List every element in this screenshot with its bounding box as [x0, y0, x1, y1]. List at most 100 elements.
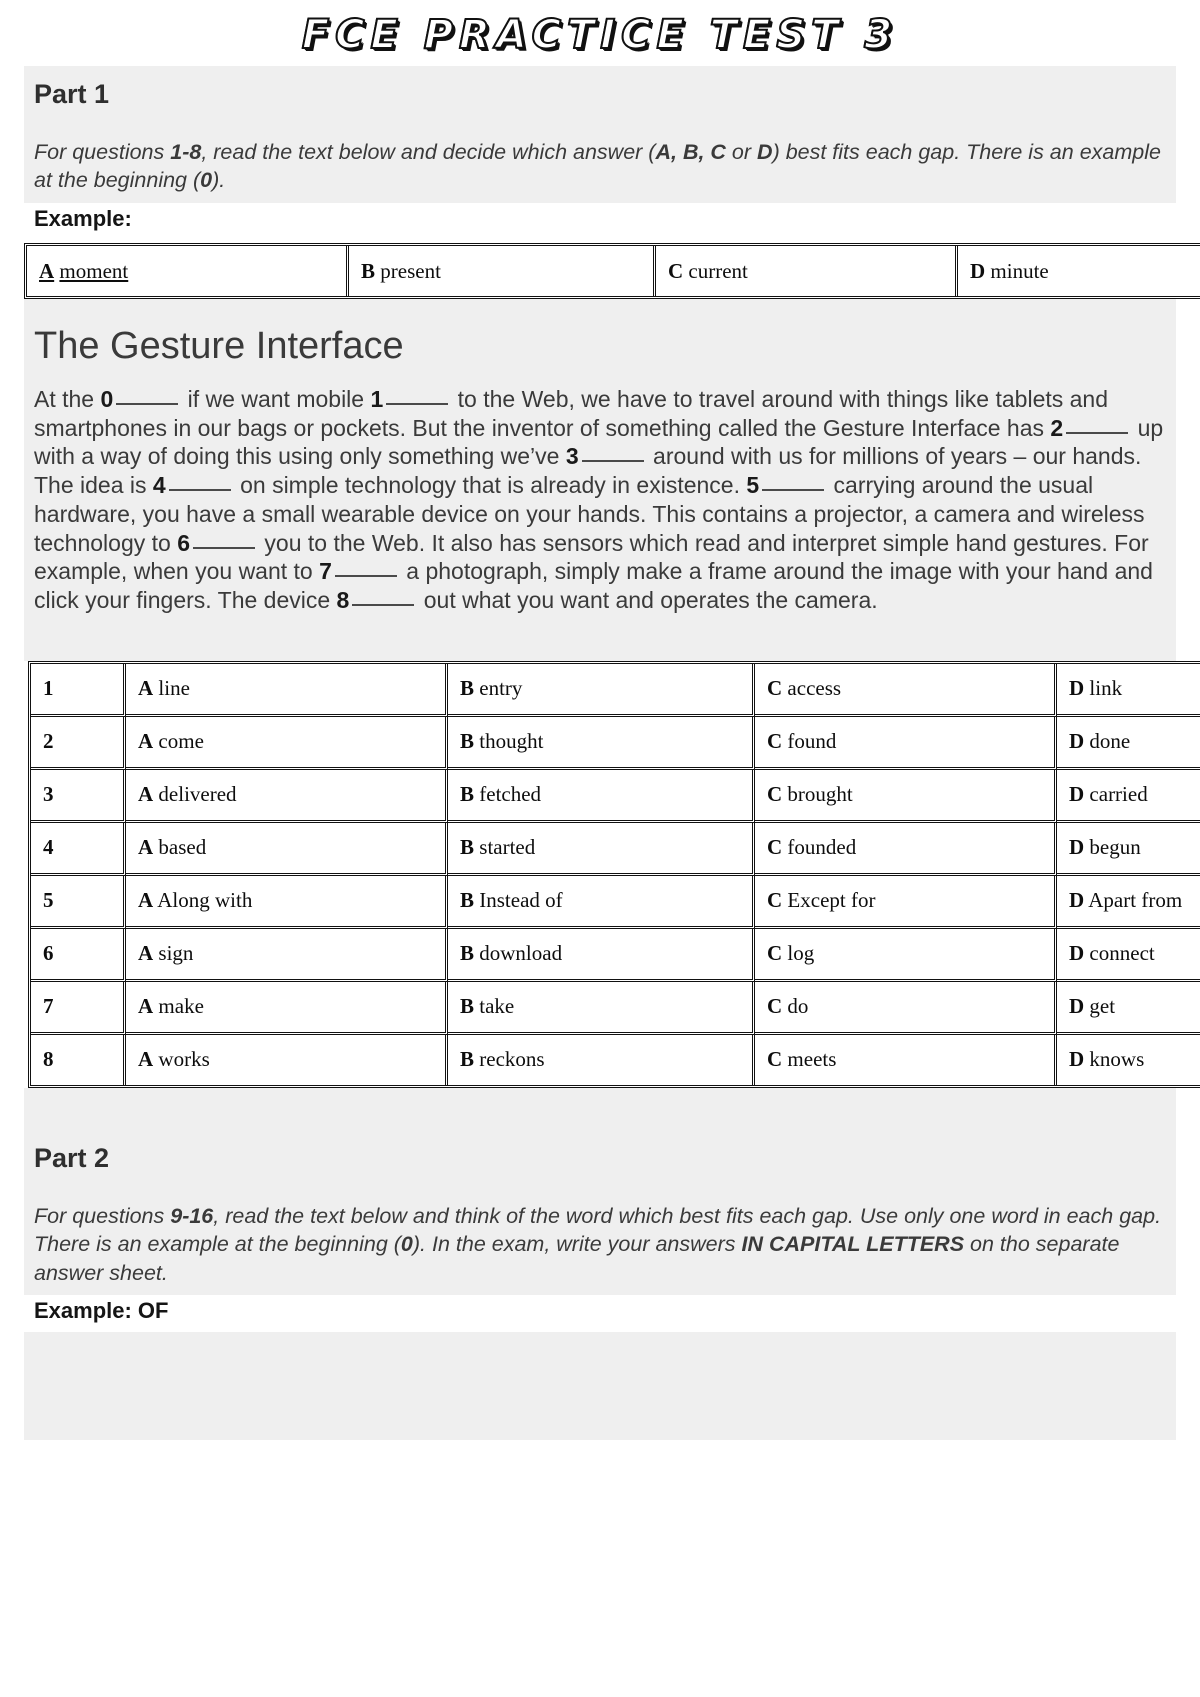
- option-b-text: started: [479, 835, 536, 860]
- option-letter-b: B: [460, 729, 475, 754]
- option-letter-a: A: [39, 258, 55, 283]
- gap-number-6: 6: [177, 529, 191, 556]
- p2-seg-6: out what you want and operates the camer…: [417, 587, 878, 614]
- option-b-cell[interactable]: B Instead of: [448, 875, 755, 929]
- option-letter-d: D: [1069, 888, 1085, 913]
- option-letter-b: B: [460, 994, 475, 1019]
- table-row[interactable]: 2A come B thought C found D done: [31, 716, 1200, 770]
- p1-seg-5: around with us for millions of years – o…: [646, 443, 1142, 470]
- option-b-cell[interactable]: B reckons: [448, 1034, 755, 1085]
- option-a-cell[interactable]: A based: [126, 822, 448, 876]
- page-title: FCE PRACTICE TEST 3: [301, 12, 899, 58]
- option-c-cell[interactable]: C founded: [755, 822, 1057, 876]
- gap-blank-1: [386, 402, 449, 405]
- gap-number-0: 0: [100, 385, 114, 412]
- table-row[interactable]: 7A make B take C do D get: [31, 981, 1200, 1035]
- table-row[interactable]: 6A sign B download C log D connect: [31, 928, 1200, 982]
- option-c-cell[interactable]: C access: [755, 663, 1057, 717]
- part1-heading: Part 1: [34, 79, 110, 109]
- option-d-cell[interactable]: D connect: [1057, 929, 1200, 982]
- option-c-text: Except for: [787, 888, 876, 913]
- table-row[interactable]: 3A delivered B fetched C brought D carried: [31, 769, 1200, 823]
- option-d-cell[interactable]: D done: [1057, 717, 1200, 770]
- part1-instructions-pre: For questions: [34, 139, 171, 164]
- option-c-text: log: [787, 941, 815, 966]
- option-letter-b: B: [460, 888, 475, 913]
- option-letter-b: B: [460, 782, 475, 807]
- option-c-cell[interactable]: C brought: [755, 769, 1057, 823]
- option-a-cell[interactable]: A make: [126, 981, 448, 1035]
- option-a-text: make: [158, 994, 204, 1019]
- gap-number-5: 5: [746, 472, 760, 499]
- part2-instructions: For questions 9-16, read the text below …: [34, 1178, 1166, 1296]
- example-option-d[interactable]: D minute: [958, 246, 1200, 296]
- table-row[interactable]: 1A line B entry C access D link: [31, 663, 1200, 717]
- gap-number-4: 4: [152, 472, 166, 499]
- part1-heading-band: Part 1 For questions 1-8, read the text …: [24, 66, 1176, 203]
- option-letter-a: A: [138, 729, 154, 754]
- option-letter-c: C: [767, 941, 783, 966]
- option-d-text: get: [1089, 994, 1116, 1019]
- option-c-cell[interactable]: C meets: [755, 1034, 1057, 1085]
- article-paragraph-1: At the 0 if we want mobile 1 to the Web,…: [34, 385, 1166, 471]
- example-option-b-text: present: [380, 258, 441, 283]
- option-a-text: come: [158, 729, 204, 754]
- option-d-cell[interactable]: D begun: [1057, 823, 1200, 876]
- option-d-cell[interactable]: D carried: [1057, 770, 1200, 823]
- option-letter-c: C: [767, 729, 783, 754]
- option-d-text: connect: [1089, 941, 1155, 966]
- option-a-text: Along with: [157, 888, 253, 913]
- option-letter-b: B: [460, 676, 475, 701]
- gap-blank-7: [334, 575, 397, 578]
- table-row[interactable]: A moment B present C current D minute: [27, 246, 1200, 297]
- part1-instructions-end: ).: [212, 168, 226, 193]
- table-row[interactable]: 5A Along with B Instead of C Except for D A…: [31, 875, 1200, 929]
- option-c-cell[interactable]: C Except for: [755, 875, 1057, 929]
- option-b-cell[interactable]: B thought: [448, 716, 755, 770]
- option-letter-a: A: [138, 888, 154, 913]
- option-d-cell[interactable]: D link: [1057, 664, 1200, 717]
- option-letter-a: A: [138, 835, 154, 860]
- p2-seg-1: The idea is: [34, 472, 153, 499]
- option-a-cell[interactable]: A works: [126, 1034, 448, 1085]
- option-d-cell[interactable]: D get: [1057, 982, 1200, 1035]
- option-c-text: meets: [787, 1047, 837, 1072]
- p1-seg-1: At the: [34, 385, 101, 412]
- option-a-cell[interactable]: A delivered: [126, 769, 448, 823]
- option-a-text: delivered: [158, 782, 237, 807]
- option-b-cell[interactable]: B take: [448, 981, 755, 1035]
- option-d-text: done: [1089, 729, 1131, 754]
- table-row[interactable]: 4A based B started C founded D begun: [31, 822, 1200, 876]
- option-c-cell[interactable]: C found: [755, 716, 1057, 770]
- option-b-cell[interactable]: B started: [448, 822, 755, 876]
- option-d-cell[interactable]: D knows: [1057, 1035, 1200, 1085]
- option-b-text: fetched: [479, 782, 542, 807]
- example-option-a[interactable]: A moment: [27, 246, 349, 297]
- option-c-text: do: [787, 994, 809, 1019]
- option-b-text: reckons: [479, 1047, 545, 1072]
- option-b-cell[interactable]: B entry: [448, 663, 755, 717]
- p2-seg-2: on simple technology that is already in …: [233, 472, 747, 499]
- option-b-cell[interactable]: B download: [448, 928, 755, 982]
- option-letter-a: A: [138, 994, 154, 1019]
- option-d-cell[interactable]: D Apart from: [1057, 876, 1200, 929]
- example-option-c[interactable]: C current: [656, 246, 958, 297]
- option-a-cell[interactable]: A Along with: [126, 875, 448, 929]
- option-a-cell[interactable]: A sign: [126, 928, 448, 982]
- option-b-cell[interactable]: B fetched: [448, 769, 755, 823]
- option-a-cell[interactable]: A line: [126, 663, 448, 717]
- option-d-text: carried: [1089, 782, 1148, 807]
- question-number: 5: [31, 875, 126, 929]
- example-option-b[interactable]: B present: [349, 246, 656, 297]
- option-letter-d: D: [1069, 676, 1085, 701]
- option-c-cell[interactable]: C log: [755, 928, 1057, 982]
- option-a-cell[interactable]: A come: [126, 716, 448, 770]
- table-row[interactable]: 8A works B reckons C meets D knows: [31, 1034, 1200, 1085]
- option-letter-a: A: [138, 941, 154, 966]
- option-b-text: thought: [479, 729, 544, 754]
- option-letter-c: C: [767, 835, 783, 860]
- option-c-text: founded: [787, 835, 857, 860]
- option-c-cell[interactable]: C do: [755, 981, 1057, 1035]
- gap-number-8: 8: [336, 587, 350, 614]
- option-letter-d: D: [970, 258, 986, 283]
